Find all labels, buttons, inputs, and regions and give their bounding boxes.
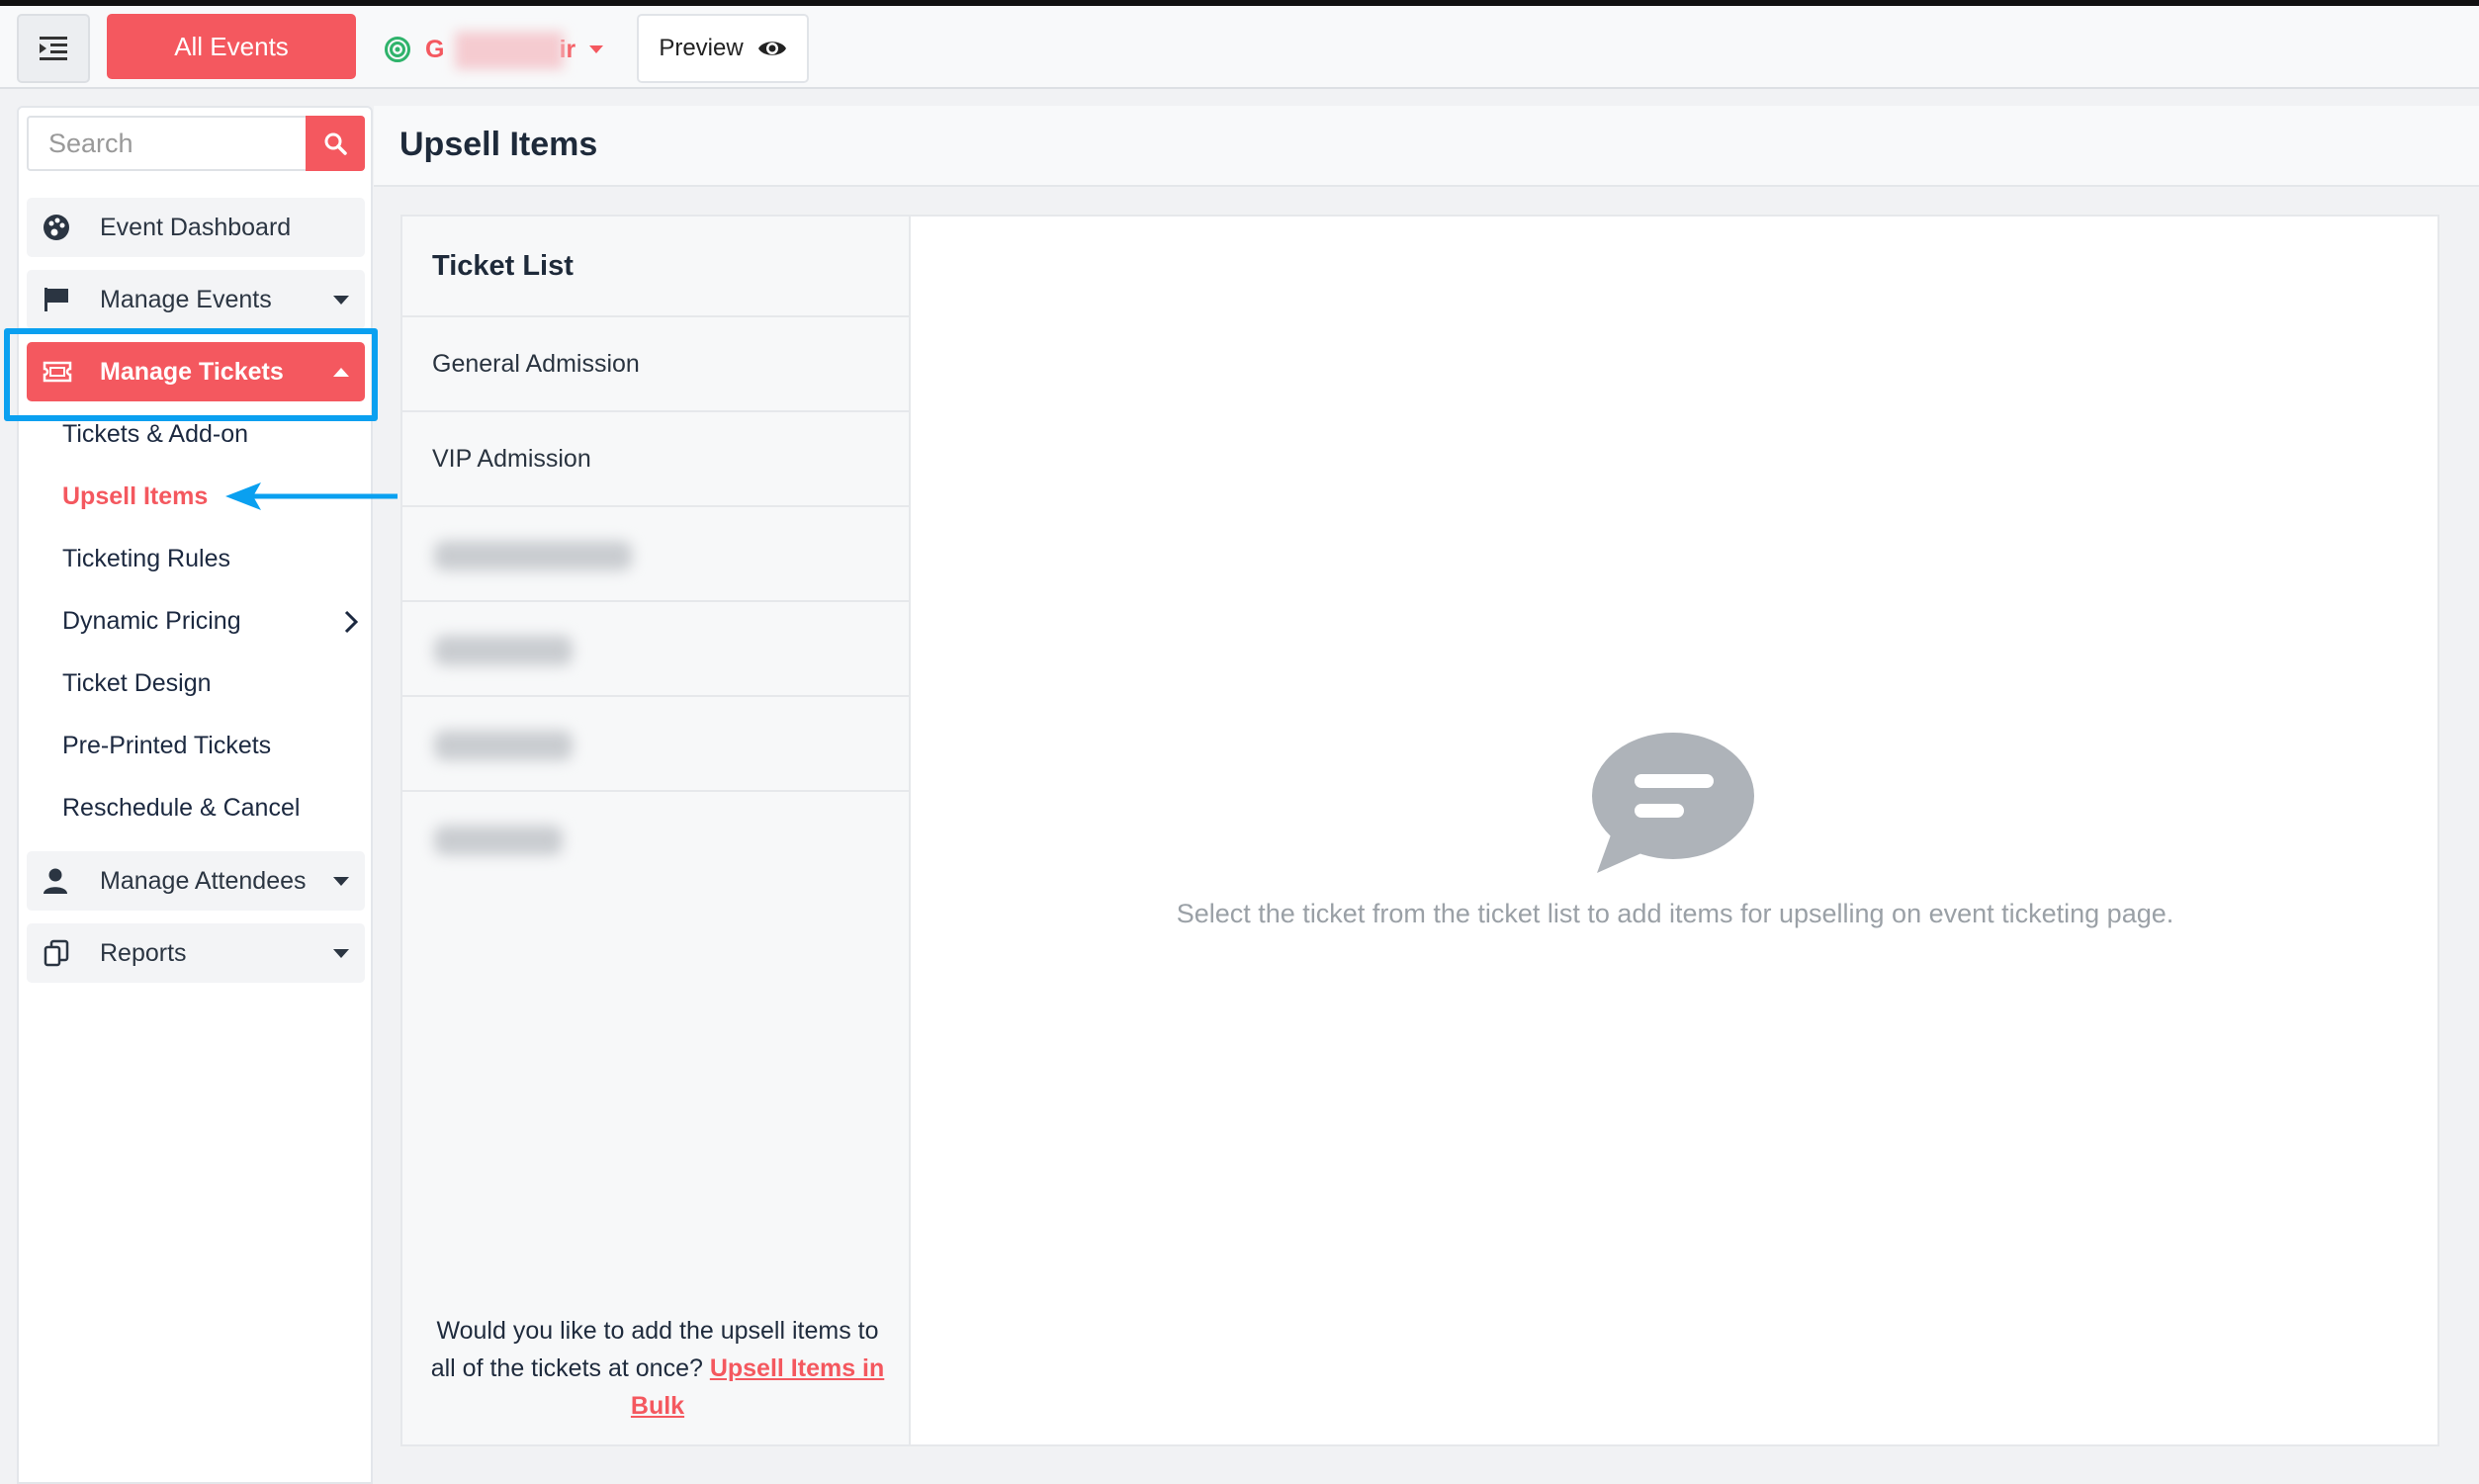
sidebar-item-label: Event Dashboard [100,213,292,241]
ticket-list-heading: Ticket List [402,217,909,317]
chevron-down-icon [333,295,349,305]
ticket-list-item-redacted[interactable] [402,697,909,792]
empty-state-message: Select the ticket from the ticket list t… [1176,899,2174,928]
bulk-upsell-prompt: Would you like to add the upsell items t… [430,1317,885,1420]
eye-icon [757,42,786,55]
ticket-list-item-redacted[interactable] [402,602,909,697]
sidebar-toggle-button[interactable] [17,14,90,83]
flag-icon [44,288,68,311]
chevron-down-icon [333,948,349,958]
search-icon [324,132,347,155]
chat-bubble-icon [1592,733,1754,873]
ticket-icon [43,361,72,383]
sidebar-subitem-ticketing-rules[interactable]: Ticketing Rules [62,545,359,573]
sidebar-subitem-pre-printed-tickets[interactable]: Pre-Printed Tickets [62,732,359,760]
sidebar-subitem-dynamic-pricing[interactable]: Dynamic Pricing [62,607,359,636]
search-bar [27,116,365,171]
event-selector[interactable]: Gir [384,20,604,79]
annotation-arrow-icon [225,482,398,510]
sidebar-item-label: Manage Tickets [100,357,284,386]
redacted-event-name [455,31,564,69]
page-header: Upsell Items [374,106,2479,187]
upsell-items-empty-state: Select the ticket from the ticket list t… [911,215,2439,1446]
ticket-list-item[interactable]: VIP Admission [402,412,909,507]
menu-collapse-icon [40,37,67,60]
target-icon [385,37,410,62]
sidebar-item-manage-events[interactable]: Manage Events [27,270,365,329]
sidebar-item-label: Manage Attendees [100,866,307,895]
chevron-down-icon [589,45,604,53]
event-name: Gir [425,31,575,69]
copy-icon [44,939,69,967]
sidebar-subitem-tickets-addon[interactable]: Tickets & Add-on [62,420,359,449]
sidebar-item-label: Manage Events [100,285,272,313]
ticket-list-panel: Ticket List General Admission VIP Admiss… [400,215,911,1446]
sidebar-item-manage-attendees[interactable]: Manage Attendees [27,851,365,911]
palette-icon [44,215,69,240]
sidebar-item-event-dashboard[interactable]: Event Dashboard [27,198,365,257]
sidebar-subitem-reschedule-cancel[interactable]: Reschedule & Cancel [62,794,359,823]
all-events-button[interactable]: All Events [107,14,356,79]
sidebar: Event Dashboard Manage Events Manage Tic… [17,106,373,1484]
preview-button[interactable]: Preview [637,14,809,83]
page-title: Upsell Items [399,126,598,163]
sidebar-subitem-ticket-design[interactable]: Ticket Design [62,669,359,698]
ticket-list-item[interactable]: General Admission [402,317,909,412]
all-events-label: All Events [174,31,289,61]
search-input[interactable] [27,116,306,171]
chevron-right-icon [344,610,359,633]
ticket-list-item-redacted[interactable] [402,507,909,602]
sidebar-item-reports[interactable]: Reports [27,923,365,983]
sidebar-item-manage-tickets[interactable]: Manage Tickets [27,342,365,401]
ticket-list-item-redacted[interactable] [402,792,909,887]
user-icon [44,868,67,894]
search-button[interactable] [306,116,365,171]
preview-label: Preview [659,35,744,61]
chevron-up-icon [333,367,349,377]
sidebar-item-label: Reports [100,938,187,967]
top-bar: All Events Gir Preview [0,6,2479,89]
chevron-down-icon [333,876,349,886]
